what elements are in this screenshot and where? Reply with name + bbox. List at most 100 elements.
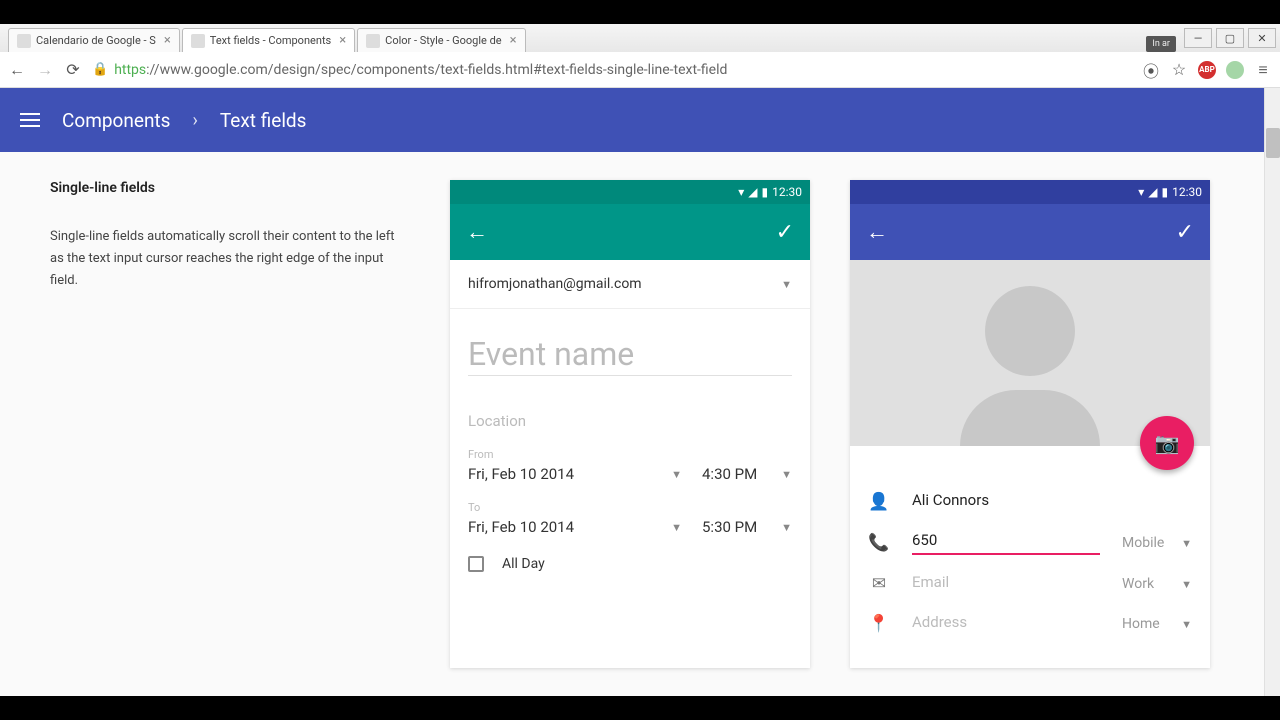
from-time-value: 4:30 PM — [702, 465, 757, 483]
translate-icon[interactable]: ⦿ — [1142, 61, 1160, 79]
url-path: ://www.google.com/design/spec/components… — [146, 62, 727, 78]
account-email: hifromjonathan@gmail.com — [468, 276, 642, 292]
email-input[interactable]: Email — [912, 573, 1100, 595]
section-title: Single-line fields — [50, 180, 410, 196]
browser-tabstrip: Calendario de Google - S × Text fields -… — [0, 24, 1280, 52]
favicon-icon — [366, 34, 380, 48]
avatar-icon — [960, 390, 1100, 446]
phone-icon: 📞 — [868, 533, 890, 553]
wifi-icon: ▾ — [1138, 185, 1144, 199]
chevron-down-icon: ▼ — [781, 521, 792, 534]
extension-icon[interactable] — [1226, 61, 1244, 79]
contact-photo-placeholder[interactable]: 📷 — [850, 260, 1210, 446]
status-bar: ▾ ◢ ▮ 12:30 — [850, 180, 1210, 204]
toolbar: ← ✓ — [850, 204, 1210, 260]
person-icon: 👤 — [868, 492, 890, 512]
status-time: 12:30 — [772, 185, 802, 199]
close-button[interactable]: ✕ — [1248, 28, 1276, 48]
back-arrow-icon[interactable]: ← — [466, 219, 488, 245]
account-selector[interactable]: hifromjonathan@gmail.com ▼ — [450, 260, 810, 309]
favicon-icon — [17, 34, 31, 48]
phone-type-selector[interactable]: Mobile ▼ — [1122, 535, 1192, 551]
reload-button[interactable]: ⟳ — [64, 61, 82, 79]
battery-icon: ▮ — [762, 185, 769, 199]
close-icon[interactable]: × — [510, 33, 517, 48]
back-button[interactable]: ← — [8, 61, 26, 79]
to-date-value: Fri, Feb 10 2014 — [468, 518, 574, 536]
forward-button[interactable]: → — [36, 61, 54, 79]
chevron-down-icon: ▼ — [1181, 618, 1192, 631]
breadcrumb-current: Text fields — [220, 109, 307, 132]
hamburger-icon[interactable] — [20, 113, 40, 127]
avatar-icon — [985, 286, 1075, 376]
from-date-value: Fri, Feb 10 2014 — [468, 465, 574, 483]
email-type-selector[interactable]: Work ▼ — [1122, 576, 1192, 592]
scroll-thumb[interactable] — [1266, 128, 1280, 158]
status-bar: ▾ ◢ ▮ 12:30 — [450, 180, 810, 204]
close-icon[interactable]: × — [164, 33, 171, 48]
chevron-right-icon: › — [192, 110, 197, 131]
to-label: To — [468, 501, 792, 514]
name-input[interactable]: Ali Connors — [912, 491, 1192, 513]
toolbar: ← ✓ — [450, 204, 810, 260]
to-time-value: 5:30 PM — [702, 518, 757, 536]
browser-toolbar: ← → ⟳ 🔒 https://www.google.com/design/sp… — [0, 52, 1280, 88]
lock-icon: 🔒 — [92, 62, 108, 77]
to-date-picker[interactable]: Fri, Feb 10 2014 ▼ — [468, 518, 682, 536]
address-type-selector[interactable]: Home ▼ — [1122, 616, 1192, 632]
app-bar: Components › Text fields — [0, 88, 1264, 152]
maximize-button[interactable]: ▢ — [1216, 28, 1244, 48]
signal-icon: ◢ — [748, 185, 757, 199]
event-name-input[interactable]: Event name — [468, 335, 792, 376]
all-day-toggle[interactable]: All Day — [450, 536, 810, 572]
menu-icon[interactable]: ≡ — [1254, 61, 1272, 79]
from-label: From — [468, 448, 792, 461]
browser-tab[interactable]: Color - Style - Google de × — [357, 28, 525, 52]
breadcrumb-root[interactable]: Components — [62, 109, 170, 132]
window-controls: — ▢ ✕ — [1184, 24, 1276, 52]
tab-title: Text fields - Components — [210, 34, 331, 47]
to-time-picker[interactable]: 5:30 PM ▼ — [702, 518, 792, 536]
browser-tab[interactable]: Text fields - Components × — [182, 28, 355, 52]
page-viewport: Components › Text fields Single-line fie… — [0, 88, 1280, 696]
scrollbar[interactable] — [1264, 88, 1280, 696]
chevron-down-icon: ▼ — [1181, 578, 1192, 591]
minimize-button[interactable]: — — [1184, 28, 1212, 48]
phone-input[interactable]: 650 — [912, 531, 1100, 555]
from-time-picker[interactable]: 4:30 PM ▼ — [702, 465, 792, 483]
mock-phone-event: ▾ ◢ ▮ 12:30 ← ✓ hifromjonathan@gmail.com — [450, 180, 810, 668]
check-icon[interactable]: ✓ — [776, 220, 794, 245]
star-icon[interactable]: ☆ — [1170, 61, 1188, 79]
adblock-icon[interactable]: ABP — [1198, 61, 1216, 79]
wifi-icon: ▾ — [738, 185, 744, 199]
status-time: 12:30 — [1172, 185, 1202, 199]
from-date-picker[interactable]: Fri, Feb 10 2014 ▼ — [468, 465, 682, 483]
chevron-down-icon: ▼ — [781, 278, 792, 291]
incognito-badge: In ar — [1146, 36, 1176, 52]
email-type-label: Work — [1122, 576, 1154, 592]
section-description: Single-line fields automatically scroll … — [50, 226, 410, 292]
checkbox-icon — [468, 556, 484, 572]
camera-icon: 📷 — [1155, 431, 1180, 455]
favicon-icon — [191, 34, 205, 48]
back-arrow-icon[interactable]: ← — [866, 219, 888, 245]
email-icon: ✉ — [868, 574, 890, 594]
camera-fab[interactable]: 📷 — [1140, 416, 1194, 470]
chevron-down-icon: ▼ — [671, 521, 682, 534]
location-icon: 📍 — [868, 614, 890, 634]
signal-icon: ◢ — [1148, 185, 1157, 199]
url-scheme: https — [114, 62, 146, 78]
check-icon[interactable]: ✓ — [1176, 220, 1194, 245]
close-icon[interactable]: × — [339, 33, 346, 48]
chevron-down-icon: ▼ — [671, 468, 682, 481]
chevron-down-icon: ▼ — [781, 468, 792, 481]
mock-phone-contact: ▾ ◢ ▮ 12:30 ← ✓ — [850, 180, 1210, 668]
browser-tab[interactable]: Calendario de Google - S × — [8, 28, 180, 52]
address-type-label: Home — [1122, 616, 1160, 632]
phone-type-label: Mobile — [1122, 535, 1164, 551]
all-day-label: All Day — [502, 556, 545, 572]
address-input[interactable]: Address — [912, 613, 1100, 635]
location-input[interactable]: Location — [468, 412, 792, 430]
address-bar[interactable]: 🔒 https://www.google.com/design/spec/com… — [92, 62, 1132, 78]
chevron-down-icon: ▼ — [1181, 537, 1192, 550]
